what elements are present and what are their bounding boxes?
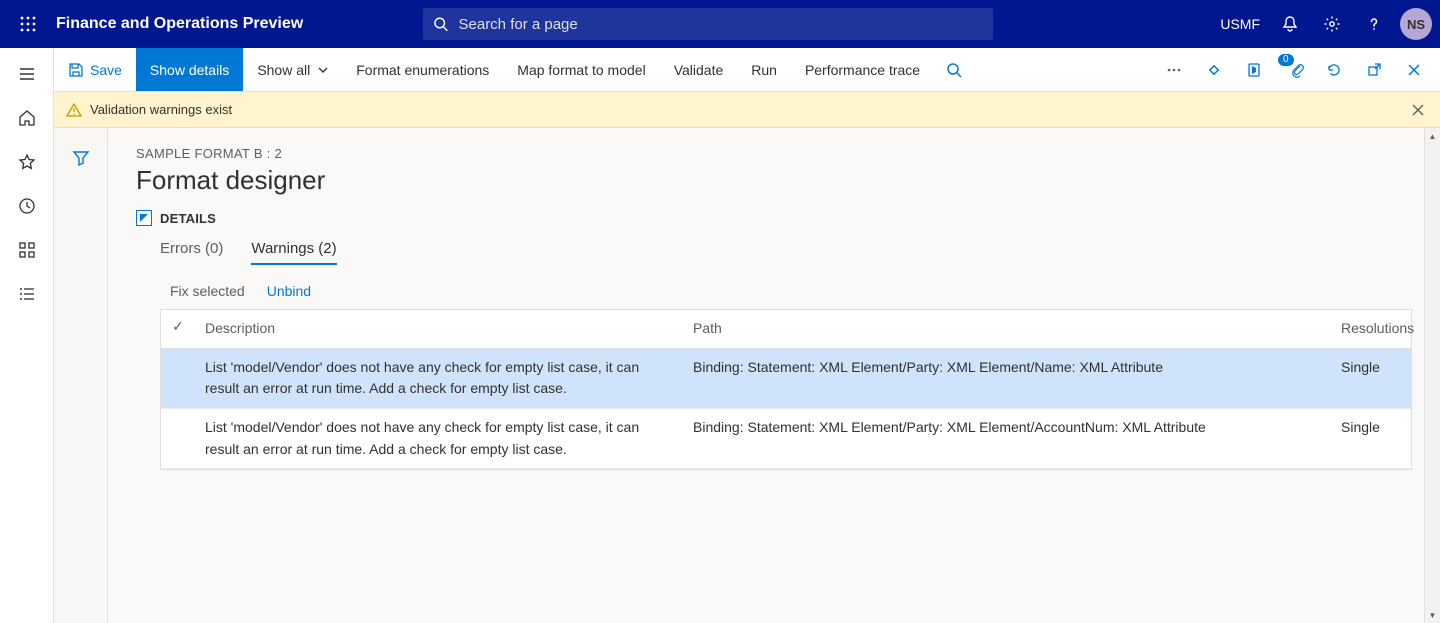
attachments-button[interactable]: 0 (1274, 48, 1314, 91)
show-details-button[interactable]: Show details (136, 48, 243, 91)
scroll-down-button[interactable]: ▼ (1425, 607, 1440, 623)
star-icon (18, 153, 36, 171)
home-icon (18, 109, 36, 127)
row-selector[interactable] (161, 409, 195, 469)
cell-description: List 'model/Vendor' does not have any ch… (195, 348, 683, 408)
more-icon (1166, 62, 1182, 78)
details-label: DETAILS (160, 211, 216, 226)
left-nav-rail (0, 48, 54, 623)
tab-errors[interactable]: Errors (0) (160, 240, 223, 265)
clock-icon (18, 197, 36, 215)
cell-path: Binding: Statement: XML Element/Party: X… (683, 409, 1331, 469)
more-actions-button[interactable] (1154, 48, 1194, 91)
cell-resolutions: Single (1331, 409, 1411, 469)
global-search-input[interactable] (457, 15, 984, 34)
office-addin-button[interactable] (1234, 48, 1274, 91)
close-icon (1407, 63, 1421, 77)
vertical-scrollbar[interactable]: ▲ ▼ (1424, 128, 1440, 623)
table-row[interactable]: List 'model/Vendor' does not have any ch… (161, 409, 1411, 469)
warning-icon (66, 102, 82, 118)
settings-button[interactable] (1312, 0, 1352, 48)
global-search[interactable] (423, 8, 993, 40)
filter-icon (72, 149, 90, 167)
cell-description: List 'model/Vendor' does not have any ch… (195, 409, 683, 469)
nav-expand-button[interactable] (3, 52, 51, 96)
search-icon (946, 62, 962, 78)
details-tabs: Errors (0) Warnings (2) (160, 240, 1412, 265)
scroll-up-button[interactable]: ▲ (1425, 128, 1440, 144)
fix-selected-button[interactable]: Fix selected (170, 283, 245, 299)
grid-icon (18, 241, 36, 259)
save-button[interactable]: Save (54, 48, 136, 91)
refresh-icon (1326, 62, 1342, 78)
options-button[interactable] (1194, 48, 1234, 91)
action-search-button[interactable] (934, 48, 974, 91)
filter-pane-strip (54, 128, 108, 623)
cell-resolutions: Single (1331, 348, 1411, 408)
nav-home-button[interactable] (3, 96, 51, 140)
filter-toggle-button[interactable] (57, 136, 105, 180)
column-path[interactable]: Path (683, 310, 1331, 348)
nav-modules-button[interactable] (3, 272, 51, 316)
app-launcher-button[interactable] (8, 0, 48, 48)
popout-button[interactable] (1354, 48, 1394, 91)
column-select[interactable]: ✓ (161, 310, 195, 348)
save-label: Save (90, 62, 122, 78)
show-all-button[interactable]: Show all (243, 48, 342, 91)
help-icon (1365, 15, 1383, 33)
office-icon (1246, 62, 1262, 78)
checkmark-icon: ✓ (172, 318, 184, 334)
performance-trace-button[interactable]: Performance trace (791, 48, 934, 91)
tab-warnings[interactable]: Warnings (2) (251, 240, 336, 265)
notifications-button[interactable] (1270, 0, 1310, 48)
popout-icon (1366, 62, 1382, 78)
user-avatar[interactable]: NS (1400, 8, 1432, 40)
banner-close-button[interactable] (1408, 100, 1428, 120)
column-description[interactable]: Description (195, 310, 683, 348)
diamond-icon (1206, 62, 1222, 78)
company-selector[interactable]: USMF (1212, 0, 1268, 48)
help-button[interactable] (1354, 0, 1394, 48)
close-page-button[interactable] (1394, 48, 1434, 91)
banner-text: Validation warnings exist (90, 102, 232, 117)
app-title: Finance and Operations Preview (56, 15, 303, 33)
format-enumerations-button[interactable]: Format enumerations (342, 48, 503, 91)
chevron-down-icon (318, 65, 328, 75)
warnings-actions: Fix selected Unbind (170, 283, 1412, 299)
search-icon (433, 16, 448, 32)
validation-banner: Validation warnings exist (54, 92, 1440, 128)
refresh-button[interactable] (1314, 48, 1354, 91)
breadcrumb: SAMPLE FORMAT B : 2 (136, 146, 1412, 161)
collapse-icon (136, 210, 152, 226)
action-bar: Save Show details Show all Format enumer… (54, 48, 1440, 92)
show-all-label: Show all (257, 62, 310, 78)
page-content: SAMPLE FORMAT B : 2 Format designer DETA… (108, 128, 1440, 623)
nav-favorites-button[interactable] (3, 140, 51, 184)
map-format-to-model-button[interactable]: Map format to model (503, 48, 659, 91)
validate-button[interactable]: Validate (660, 48, 738, 91)
column-resolutions[interactable]: Resolutions (1331, 310, 1411, 348)
hamburger-icon (18, 65, 36, 83)
gear-icon (1323, 15, 1341, 33)
bell-icon (1281, 15, 1299, 33)
save-icon (68, 62, 84, 78)
details-section-toggle[interactable]: DETAILS (136, 210, 1412, 226)
nav-workspaces-button[interactable] (3, 228, 51, 272)
list-icon (18, 285, 36, 303)
row-selector[interactable] (161, 348, 195, 408)
nav-recent-button[interactable] (3, 184, 51, 228)
run-button[interactable]: Run (737, 48, 791, 91)
unbind-button[interactable]: Unbind (267, 283, 311, 299)
close-icon (1412, 104, 1424, 116)
table-row[interactable]: List 'model/Vendor' does not have any ch… (161, 348, 1411, 408)
global-header: Finance and Operations Preview USMF NS (0, 0, 1440, 48)
page-title: Format designer (136, 165, 1412, 196)
attachment-count-badge: 0 (1278, 54, 1294, 66)
warnings-table: ✓ Description Path Resolutions List 'mod… (160, 309, 1412, 470)
cell-path: Binding: Statement: XML Element/Party: X… (683, 348, 1331, 408)
